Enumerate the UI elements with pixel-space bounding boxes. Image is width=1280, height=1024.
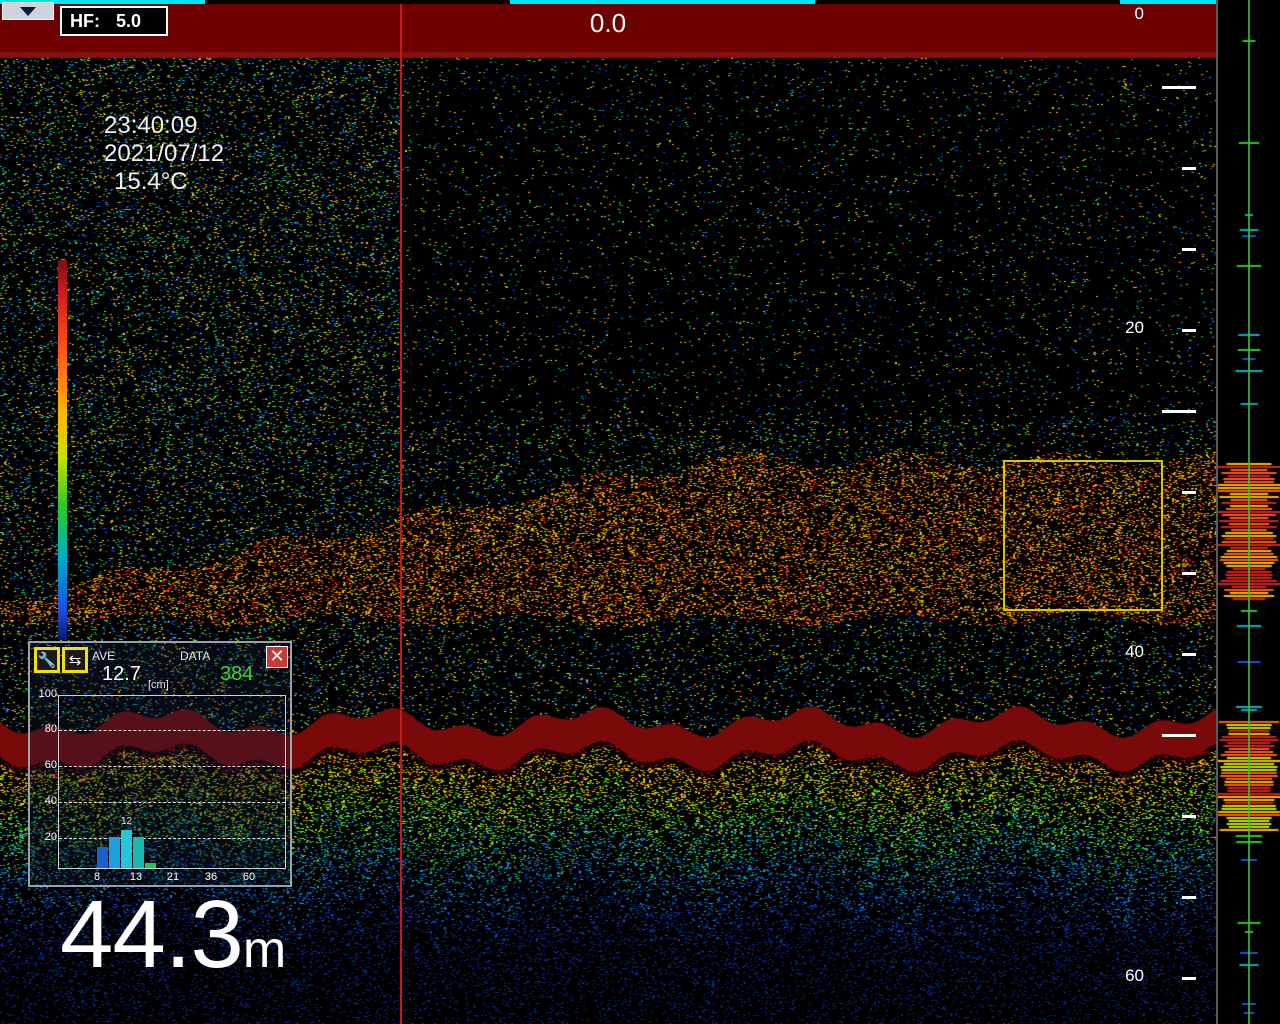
clock-time: 23:40:09 bbox=[104, 112, 198, 139]
depth-tick bbox=[1182, 329, 1196, 332]
frequency-readout[interactable]: HF: 5.0 bbox=[60, 6, 168, 36]
depth-label-60: 60 bbox=[1125, 966, 1144, 985]
data-count-value: 384 bbox=[220, 663, 254, 685]
gridline bbox=[59, 766, 285, 767]
hf-label: HF: bbox=[70, 10, 100, 31]
chevron-down-icon bbox=[20, 6, 36, 16]
fish-size-panel[interactable]: 🔧 ⇆ AVE 12.7 [cm] DATA 384 ✕ 100 80 60 4… bbox=[28, 641, 292, 887]
gridline bbox=[59, 838, 285, 839]
depth-tick bbox=[1162, 734, 1196, 737]
depth-tick bbox=[1182, 653, 1196, 656]
range-indicator bbox=[510, 0, 815, 4]
depth-tick bbox=[1182, 572, 1196, 575]
close-button[interactable]: ✕ bbox=[266, 646, 288, 668]
depth-tick bbox=[1182, 167, 1196, 170]
center-readout: 0.0 bbox=[589, 8, 627, 38]
depth-unit: m bbox=[242, 921, 286, 979]
fish-size-histogram: 12 bbox=[58, 695, 286, 869]
water-temperature: 15.4°C bbox=[114, 168, 188, 195]
histogram-bar bbox=[97, 847, 108, 868]
depth-tick bbox=[1182, 491, 1196, 494]
depth-tick bbox=[1162, 410, 1196, 413]
depth-tick bbox=[1182, 815, 1196, 818]
scope-divider bbox=[1216, 0, 1218, 1024]
peak-count-label: 12 bbox=[121, 816, 133, 827]
histogram-bar bbox=[133, 837, 144, 868]
current-depth-readout: 44.3m bbox=[60, 880, 286, 1005]
unit-label: [cm] bbox=[148, 679, 169, 691]
current-date: 2021/07/12 bbox=[104, 140, 225, 167]
histogram-bar bbox=[145, 863, 156, 868]
y-tick-label: 20 bbox=[44, 831, 57, 843]
ave-value: 12.7 bbox=[102, 663, 141, 685]
data-label: DATA bbox=[180, 649, 211, 663]
y-tick-label: 40 bbox=[44, 795, 57, 807]
depth-tick bbox=[1162, 86, 1196, 89]
fish-size-target-box[interactable] bbox=[1003, 460, 1163, 611]
y-tick-label: 60 bbox=[44, 759, 57, 771]
menu-dropdown-button[interactable] bbox=[2, 2, 54, 20]
depth-tick bbox=[1182, 977, 1196, 980]
swap-icon[interactable]: ⇆ bbox=[62, 647, 88, 673]
gridline bbox=[59, 802, 285, 803]
hf-value: 5.0 bbox=[116, 10, 142, 31]
wrench-icon[interactable]: 🔧 bbox=[34, 647, 60, 673]
depth-label-20: 20 bbox=[1125, 318, 1144, 337]
depth-tick bbox=[1182, 248, 1196, 251]
depth-label-0: 0 bbox=[1134, 4, 1144, 23]
gridline bbox=[59, 730, 285, 731]
vertical-marker-line[interactable] bbox=[400, 4, 402, 1024]
y-tick-label: 80 bbox=[44, 723, 57, 735]
color-scale-bar bbox=[58, 260, 67, 640]
histogram-bar bbox=[109, 837, 120, 868]
scope-baseline bbox=[1248, 0, 1250, 1024]
y-tick-label: 100 bbox=[38, 688, 57, 700]
histogram-bar bbox=[121, 830, 132, 868]
depth-tick bbox=[1182, 896, 1196, 899]
ave-label: AVE bbox=[92, 649, 116, 663]
depth-label-40: 40 bbox=[1125, 642, 1144, 661]
depth-value: 44.3 bbox=[60, 881, 244, 988]
